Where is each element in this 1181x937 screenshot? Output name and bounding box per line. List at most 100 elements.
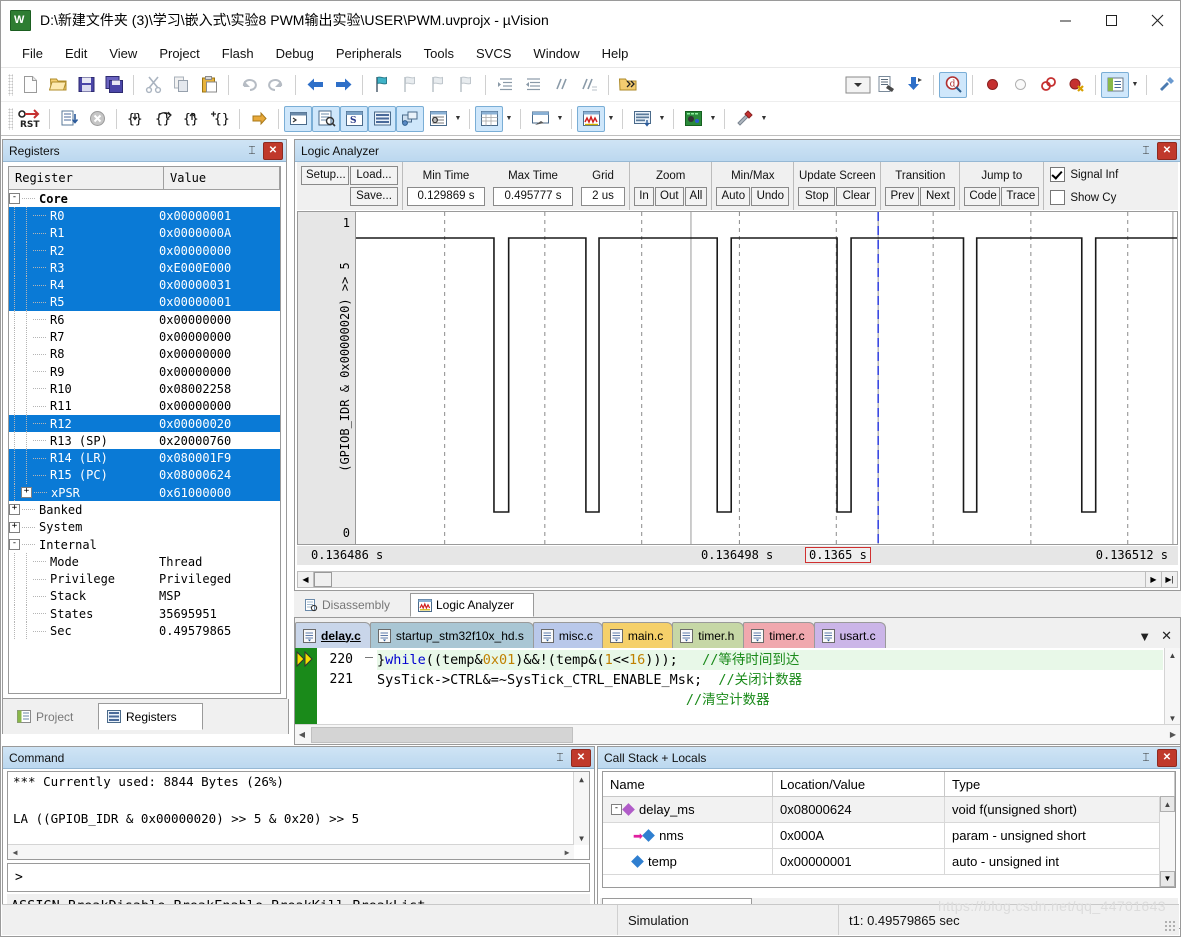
menu-help[interactable]: Help [591,42,640,65]
register-row[interactable]: R5 0x00000001 [9,293,280,312]
setup-button[interactable]: Setup... [301,166,349,186]
signal-info-checkbox[interactable]: Signal Inf [1050,165,1118,185]
save-icon[interactable] [72,72,100,98]
fold-marker-icon[interactable] [365,657,373,658]
load-button[interactable]: Load... [350,166,398,186]
editor-tab-main-c[interactable]: main.c [601,622,674,648]
callstack-window-icon[interactable] [396,105,424,132]
update-clear-button[interactable]: Clear [836,186,877,206]
callstack-vertical-scrollbar[interactable]: ▲ ▼ [1159,796,1175,887]
scroll-right-icon[interactable]: ▶ [1145,572,1161,587]
outdent-icon[interactable] [519,72,547,98]
scroll-down-icon[interactable]: ▼ [1165,711,1180,725]
tab-project[interactable]: Project [9,703,95,730]
scroll-up-icon[interactable]: ▲ [1165,648,1180,662]
symbols-window-icon[interactable]: S [340,105,368,132]
register-row[interactable]: R8 0x00000000 [9,345,280,364]
uncomment-icon[interactable] [575,72,603,98]
editor-vertical-scrollbar[interactable]: ▲ ▼ [1164,648,1180,725]
minmax-auto-button[interactable]: Auto [716,186,751,206]
register-row[interactable]: + xPSR 0x61000000 [9,484,280,502]
paste-icon[interactable] [195,72,223,98]
waveform-canvas[interactable] [356,212,1177,544]
menu-edit[interactable]: Edit [54,42,98,65]
system-viewer-icon[interactable] [679,106,707,132]
editor-tab-timer-h[interactable]: timer.h [672,622,745,648]
editor-tab-usart-c[interactable]: usart.c [813,622,886,648]
open-file-icon[interactable] [44,72,72,98]
configuration-wizard-icon[interactable] [1152,72,1180,98]
register-row[interactable]: R7 0x00000000 [9,328,280,346]
cursor-time-box[interactable]: 0.1365 s [805,547,871,563]
scroll-left-icon[interactable]: ◀ [295,730,309,739]
navigate-back-icon[interactable] [301,72,329,98]
tree-expander-icon[interactable]: + [9,504,20,516]
step-out-icon[interactable]: {} [178,106,206,132]
register-row[interactable]: R15 (PC) 0x08000624 [9,466,280,485]
zoom-out-button[interactable]: Out [655,186,684,206]
fold-column[interactable] [361,648,375,725]
tab-logic-analyzer[interactable]: Logic Analyzer [410,593,534,617]
callstack-grid[interactable]: Name Location/Value Type - delay_ms 0x0800… [602,771,1176,888]
start-debug-icon[interactable]: d [939,71,967,98]
register-row[interactable]: R9 0x00000000 [9,362,280,381]
close-icon[interactable]: ✕ [571,748,591,767]
editor-horizontal-scrollbar[interactable]: ◀ ▶ [295,724,1180,744]
register-row[interactable]: Mode Thread [9,553,280,571]
registers-window-icon[interactable] [368,105,396,132]
close-icon[interactable]: ✕ [1157,748,1177,767]
command-window-icon[interactable] [284,105,312,132]
disable-all-breakpoints-icon[interactable] [1034,72,1062,98]
step-into-icon[interactable]: {} [122,106,150,132]
code-line[interactable]: }while((temp&0x01)&&!(temp&(1<<16))); //… [377,650,1163,670]
minmax-undo-button[interactable]: Undo [751,186,790,206]
scroll-down-icon[interactable]: ▼ [1160,871,1175,887]
show-cycles-checkbox[interactable]: Show Cy [1050,188,1116,208]
toolbar-grip[interactable] [8,107,13,130]
pin-icon[interactable]: ⌶ [1138,748,1154,767]
code-text[interactable]: }while((temp&0x01)&&!(temp&(1<<16))); //… [377,648,1163,725]
menu-flash[interactable]: Flash [211,42,265,65]
download-icon[interactable] [900,72,928,98]
bookmark-next-icon[interactable] [424,72,452,98]
callstack-row[interactable]: temp 0x00000001 auto - unsigned int [603,849,1175,875]
scroll-thumb[interactable] [314,572,332,587]
cut-icon[interactable] [139,72,167,98]
editor-tab-startup-stm32f10x-hd-s[interactable]: startup_stm32f10x_hd.s [369,622,534,648]
tree-expander-icon[interactable]: - [611,804,622,815]
scroll-left-icon[interactable]: ◀ [8,848,22,857]
pin-icon[interactable]: ⌶ [552,748,568,767]
min-time-value[interactable]: 0.129869 s [407,186,485,206]
close-button[interactable] [1134,1,1180,39]
serial-window-icon[interactable] [526,106,554,132]
reset-cpu-icon[interactable]: RST [16,106,44,132]
registers-grid[interactable]: Register Value - Core R0 0x00000001 R1 0x0000… [8,166,281,694]
bookmark-prev-icon[interactable] [396,72,424,98]
register-row[interactable]: R13 (SP) 0x20000760 [9,432,280,450]
register-row[interactable]: R14 (LR) 0x080001F9 [9,449,280,468]
close-icon[interactable]: ✕ [1161,628,1172,644]
tree-expander-icon[interactable]: + [9,521,20,533]
register-row[interactable]: - Core [9,190,280,207]
register-row[interactable]: R3 0xE000E000 [9,259,280,277]
transition-next-button[interactable]: Next [920,186,956,206]
memory-window-icon[interactable] [475,105,503,132]
disable-breakpoint-icon[interactable] [1006,72,1034,98]
tree-expander-icon[interactable]: - [9,193,20,205]
redo-icon[interactable] [262,72,290,98]
menu-peripherals[interactable]: Peripherals [325,42,413,65]
command-output[interactable]: *** Currently used: 8844 Bytes (26%) LA … [7,771,590,860]
callstack-row[interactable]: - delay_ms 0x08000624 void f(unsigned short… [603,797,1175,823]
register-row[interactable]: Sec 0.49579865 [9,622,280,641]
scroll-right-icon[interactable]: ▶ [560,848,574,857]
callstack-row[interactable]: ➡ nms 0x000A param - unsigned short [603,823,1175,849]
close-icon[interactable]: ✕ [263,141,283,160]
navigate-forward-icon[interactable] [329,72,357,98]
register-row[interactable]: States 35695951 [9,605,280,623]
jump-code-button[interactable]: Code [964,186,1001,206]
run-to-cursor-icon[interactable]: {} [206,106,234,132]
code-line[interactable]: //清空计数器 [377,690,1163,710]
show-next-statement-icon[interactable] [245,106,273,132]
register-row[interactable]: R2 0x00000000 [9,241,280,260]
scroll-up-icon[interactable]: ▲ [1160,796,1175,812]
